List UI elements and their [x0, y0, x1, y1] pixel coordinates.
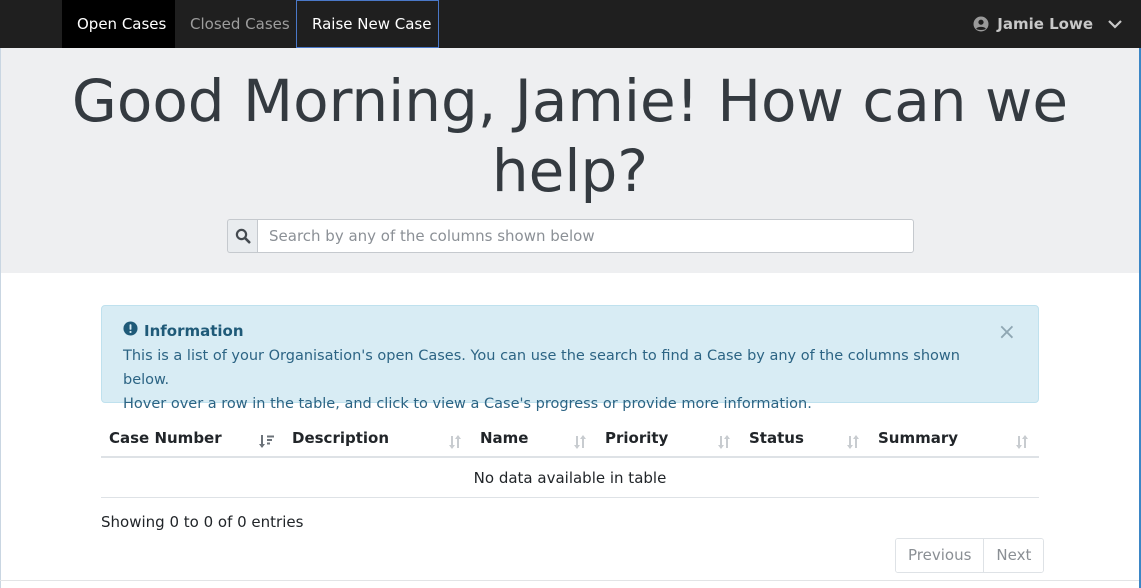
sort-icon [1013, 428, 1031, 449]
alert-title: Information [123, 321, 244, 340]
column-label: Summary [878, 429, 959, 447]
table-header: Case Number Description Name Priority St… [101, 420, 1039, 458]
column-header-summary[interactable]: Summary [870, 420, 1039, 456]
next-page-button[interactable]: Next [983, 539, 1044, 572]
alert-line-1: This is a list of your Organisation's op… [123, 348, 960, 388]
column-label: Description [292, 429, 390, 447]
column-header-case-number[interactable]: Case Number [101, 420, 284, 456]
info-alert: Information This is a list of your Organ… [101, 305, 1039, 412]
nav-tab-closed-cases[interactable]: Closed Cases [175, 0, 296, 48]
nav-tab-raise-new-case[interactable]: Raise New Case [296, 0, 439, 48]
column-label: Case Number [109, 429, 222, 447]
column-header-priority[interactable]: Priority [597, 420, 741, 456]
hero-section: Good Morning, Jamie! How can we help? [1, 48, 1139, 273]
search-icon [227, 219, 257, 253]
page-bottom-divider [0, 580, 1139, 581]
alert-body: This is a list of your Organisation's op… [123, 344, 1003, 416]
table-info: Showing 0 to 0 of 0 entries [101, 513, 304, 531]
column-header-description[interactable]: Description [284, 420, 472, 456]
column-label: Status [749, 429, 804, 447]
user-name: Jamie Lowe [997, 15, 1093, 33]
pagination: Previous Next [895, 538, 1045, 573]
column-label: Priority [605, 429, 669, 447]
user-circle-icon [973, 16, 989, 32]
sort-icon [844, 428, 862, 449]
top-navbar: Open Cases Closed Cases Raise New Case J… [0, 0, 1141, 48]
greeting-heading: Good Morning, Jamie! How can we help? [1, 66, 1139, 206]
column-header-name[interactable]: Name [472, 420, 597, 456]
search-input[interactable] [257, 219, 914, 253]
previous-page-button[interactable]: Previous [896, 539, 984, 572]
greeting-line-2: help? [491, 137, 649, 205]
greeting-line-1: Good Morning, Jamie! How can we [71, 67, 1069, 135]
sort-desc-icon [258, 428, 276, 448]
alert-title-text: Information [144, 321, 244, 340]
column-label: Name [480, 429, 529, 447]
sort-icon [715, 428, 733, 449]
exclamation-circle-icon [123, 321, 138, 340]
cases-table: Case Number Description Name Priority St… [101, 420, 1039, 498]
alert-line-2: Hover over a row in the table, and click… [123, 396, 812, 412]
nav-tab-open-cases[interactable]: Open Cases [62, 0, 175, 48]
search-group [227, 219, 914, 253]
user-menu[interactable]: Jamie Lowe [973, 0, 1123, 48]
sort-icon [571, 428, 589, 449]
chevron-down-icon [1107, 16, 1123, 32]
alert-close-button[interactable]: × [998, 322, 1016, 344]
sort-icon [446, 428, 464, 449]
table-empty-row: No data available in table [101, 458, 1039, 498]
column-header-status[interactable]: Status [741, 420, 870, 456]
